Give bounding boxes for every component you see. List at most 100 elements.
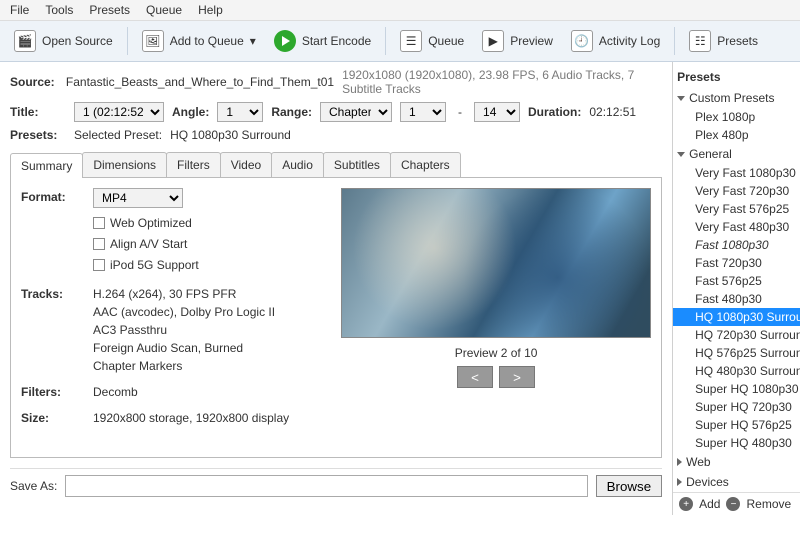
preset-group-general[interactable]: General <box>673 144 800 164</box>
preset-group-web[interactable]: Web <box>673 452 800 472</box>
tab-subtitles[interactable]: Subtitles <box>323 152 391 177</box>
preset-group-custom-presets[interactable]: Custom Presets <box>673 88 800 108</box>
caret-down-icon <box>677 152 685 157</box>
caret-right-icon <box>677 478 682 486</box>
preview-prev-button[interactable]: < <box>457 366 493 388</box>
activity-log-button[interactable]: 🕘 Activity Log <box>565 26 666 56</box>
preset-item[interactable]: HQ 576p25 Surround <box>673 344 800 362</box>
menubar: File Tools Presets Queue Help <box>0 0 800 21</box>
preset-item[interactable]: HQ 1080p30 Surround <box>673 308 800 326</box>
range-type-select[interactable]: Chapters <box>320 102 392 122</box>
save-as-label: Save As: <box>10 479 57 493</box>
preset-item[interactable]: Plex 480p <box>673 126 800 144</box>
size-value: 1920x800 storage, 1920x800 display <box>93 409 321 427</box>
range-to-select[interactable]: 14 <box>474 102 520 122</box>
chevron-down-icon: ▾ <box>250 34 256 48</box>
preset-item[interactable]: Very Fast 720p30 <box>673 182 800 200</box>
track-line: Foreign Audio Scan, Burned <box>93 339 321 357</box>
menu-file[interactable]: File <box>10 3 29 17</box>
preset-group-label: Web <box>686 455 710 469</box>
filters-value: Decomb <box>93 383 321 401</box>
caret-right-icon <box>677 458 682 466</box>
preset-item[interactable]: Super HQ 576p25 <box>673 416 800 434</box>
preset-item[interactable]: Fast 480p30 <box>673 290 800 308</box>
preset-item[interactable]: Very Fast 1080p30 <box>673 164 800 182</box>
clapperboard-icon: 🎬 <box>14 30 36 52</box>
duration-label: Duration: <box>528 105 581 119</box>
preset-item[interactable]: Fast 720p30 <box>673 254 800 272</box>
preset-item[interactable]: Super HQ 720p30 <box>673 398 800 416</box>
preset-item[interactable]: Very Fast 480p30 <box>673 218 800 236</box>
source-row: Source: Fantastic_Beasts_and_Where_to_Fi… <box>10 68 662 96</box>
stack-icon: ☰ <box>400 30 422 52</box>
checkbox-icon <box>93 238 105 250</box>
preview-button[interactable]: ▶ Preview <box>476 26 559 56</box>
web-optimized-checkbox[interactable]: Web Optimized <box>93 214 321 232</box>
preset-item[interactable]: Super HQ 1080p30 <box>673 380 800 398</box>
align-av-label: Align A/V Start <box>110 235 187 253</box>
play-icon <box>274 30 296 52</box>
ipod-5g-label: iPod 5G Support <box>110 256 199 274</box>
menu-help[interactable]: Help <box>198 3 223 17</box>
add-to-queue-label: Add to Queue <box>170 34 244 48</box>
main-panel: Source: Fantastic_Beasts_and_Where_to_Fi… <box>0 62 672 515</box>
title-select[interactable]: 1 (02:12:52) <box>74 102 164 122</box>
preset-item[interactable]: Very Fast 576p25 <box>673 200 800 218</box>
preset-item[interactable]: HQ 720p30 Surround <box>673 326 800 344</box>
format-label: Format: <box>21 188 93 277</box>
tab-video[interactable]: Video <box>220 152 272 177</box>
preset-group-label: Devices <box>686 475 729 489</box>
save-as-input[interactable] <box>65 475 587 497</box>
selected-preset-text: Selected Preset: <box>74 128 162 142</box>
ipod-5g-checkbox[interactable]: iPod 5G Support <box>93 256 321 274</box>
preset-item[interactable]: Plex 1080p <box>673 108 800 126</box>
tab-chapters[interactable]: Chapters <box>390 152 461 177</box>
duration-value: 02:12:51 <box>589 105 636 119</box>
clock-icon: 🕘 <box>571 30 593 52</box>
open-source-button[interactable]: 🎬 Open Source <box>8 26 119 56</box>
queue-label: Queue <box>428 34 464 48</box>
browse-button[interactable]: Browse <box>596 475 662 497</box>
preview-next-button[interactable]: > <box>499 366 535 388</box>
preset-item[interactable]: Super HQ 480p30 <box>673 434 800 452</box>
list-icon: ☷ <box>689 30 711 52</box>
preview-label: Preview <box>510 34 553 48</box>
tab-filters[interactable]: Filters <box>166 152 221 177</box>
start-encode-button[interactable]: Start Encode <box>268 26 377 56</box>
size-label: Size: <box>21 409 93 427</box>
tab-dimensions[interactable]: Dimensions <box>82 152 167 177</box>
angle-select[interactable]: 1 <box>217 102 263 122</box>
preset-group-devices[interactable]: Devices <box>673 472 800 492</box>
summary-panel: Format: MP4 Web Optimized Align A/V Star… <box>10 178 662 458</box>
filters-label: Filters: <box>21 383 93 401</box>
format-select[interactable]: MP4 <box>93 188 183 208</box>
selected-preset-value: HQ 1080p30 Surround <box>170 128 291 142</box>
align-av-checkbox[interactable]: Align A/V Start <box>93 235 321 253</box>
add-to-queue-button[interactable]: 🖼 Add to Queue ▾ <box>136 26 262 56</box>
source-label: Source: <box>10 75 58 89</box>
presets-row: Presets: Selected Preset: HQ 1080p30 Sur… <box>10 128 662 142</box>
tab-summary[interactable]: Summary <box>10 153 83 178</box>
track-line: H.264 (x264), 30 FPS PFR <box>93 285 321 303</box>
queue-button[interactable]: ☰ Queue <box>394 26 470 56</box>
menu-tools[interactable]: Tools <box>45 3 73 17</box>
toolbar: 🎬 Open Source 🖼 Add to Queue ▾ Start Enc… <box>0 21 800 62</box>
web-optimized-label: Web Optimized <box>110 214 192 232</box>
start-encode-label: Start Encode <box>302 34 371 48</box>
preset-item[interactable]: Fast 1080p30 <box>673 236 800 254</box>
preset-item[interactable]: HQ 480p30 Surround <box>673 362 800 380</box>
add-preset-button[interactable]: Add <box>699 497 720 511</box>
menu-presets[interactable]: Presets <box>89 3 130 17</box>
presets-toolbar-button[interactable]: ☷ Presets <box>683 26 764 56</box>
angle-label: Angle: <box>172 105 209 119</box>
remove-preset-button[interactable]: Remove <box>746 497 791 511</box>
presets-sidebar: Presets Custom PresetsPlex 1080pPlex 480… <box>672 62 800 515</box>
menu-queue[interactable]: Queue <box>146 3 182 17</box>
source-meta: 1920x1080 (1920x1080), 23.98 FPS, 6 Audi… <box>342 68 662 96</box>
image-plus-icon: 🖼 <box>142 30 164 52</box>
range-from-select[interactable]: 1 <box>400 102 446 122</box>
preset-item[interactable]: Fast 576p25 <box>673 272 800 290</box>
tab-audio[interactable]: Audio <box>271 152 324 177</box>
track-line: Chapter Markers <box>93 357 321 375</box>
presets-sidebar-title: Presets <box>673 66 800 88</box>
